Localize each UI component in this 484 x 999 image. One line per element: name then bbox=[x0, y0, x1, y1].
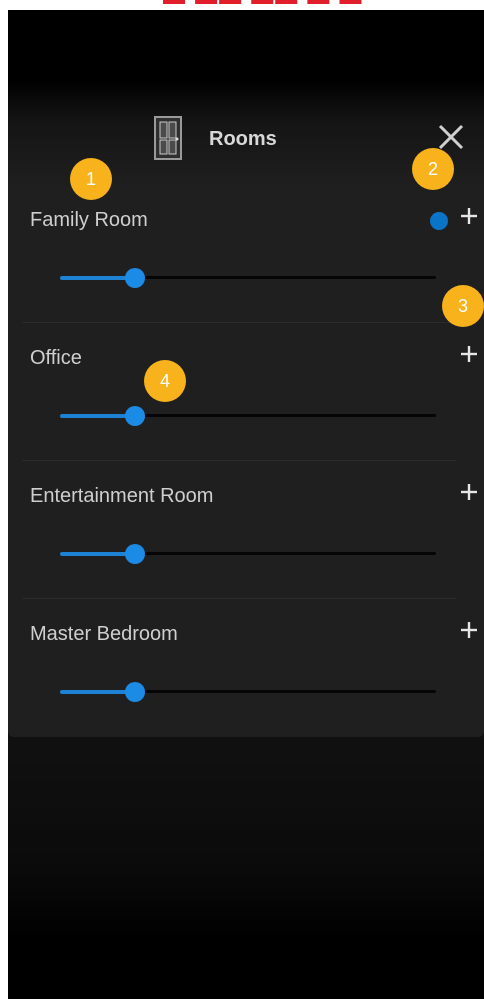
slider-thumb[interactable] bbox=[125, 544, 146, 564]
volume-slider[interactable] bbox=[60, 681, 436, 703]
slider-fill bbox=[60, 690, 136, 694]
plus-icon[interactable] bbox=[458, 205, 480, 227]
active-status-dot bbox=[430, 212, 448, 230]
top-cropped-strip: ▬ ▬▬ ▬▬ ▬ ▬ bbox=[0, 0, 484, 10]
callout-badge-1: 1 bbox=[70, 158, 112, 200]
plus-icon[interactable] bbox=[458, 343, 480, 365]
rooms-panel: Family Room Office Entertainment Room Ma… bbox=[8, 185, 484, 737]
callout-badge-3: 3 bbox=[442, 285, 484, 327]
volume-slider[interactable] bbox=[60, 543, 436, 565]
plus-icon[interactable] bbox=[458, 481, 480, 503]
slider-thumb[interactable] bbox=[125, 682, 146, 702]
close-icon[interactable] bbox=[436, 122, 466, 152]
slider-fill bbox=[60, 414, 136, 418]
room-name: Master Bedroom bbox=[30, 623, 178, 645]
slider-thumb[interactable] bbox=[125, 268, 146, 288]
slider-fill bbox=[60, 276, 136, 280]
room-door-icon bbox=[152, 115, 184, 161]
cropped-red-caption: ▬ ▬▬ ▬▬ ▬ ▬ bbox=[163, 0, 363, 8]
page-title: Rooms bbox=[209, 128, 277, 150]
room-row-entertainment-room: Entertainment Room bbox=[8, 461, 484, 599]
slider-fill bbox=[60, 552, 136, 556]
slider-thumb[interactable] bbox=[125, 406, 146, 426]
room-row-family-room: Family Room bbox=[8, 185, 484, 323]
callout-badge-2: 2 bbox=[412, 148, 454, 190]
room-name: Family Room bbox=[30, 209, 148, 231]
room-row-office: Office bbox=[8, 323, 484, 461]
phone-screen: Rooms Family Room Office Entertainment R… bbox=[8, 10, 484, 999]
plus-icon[interactable] bbox=[458, 619, 480, 641]
volume-slider[interactable] bbox=[60, 267, 436, 289]
room-name: Entertainment Room bbox=[30, 485, 214, 507]
volume-slider[interactable] bbox=[60, 405, 436, 427]
room-row-master-bedroom: Master Bedroom bbox=[8, 599, 484, 737]
room-name: Office bbox=[30, 347, 82, 369]
callout-badge-4: 4 bbox=[144, 360, 186, 402]
